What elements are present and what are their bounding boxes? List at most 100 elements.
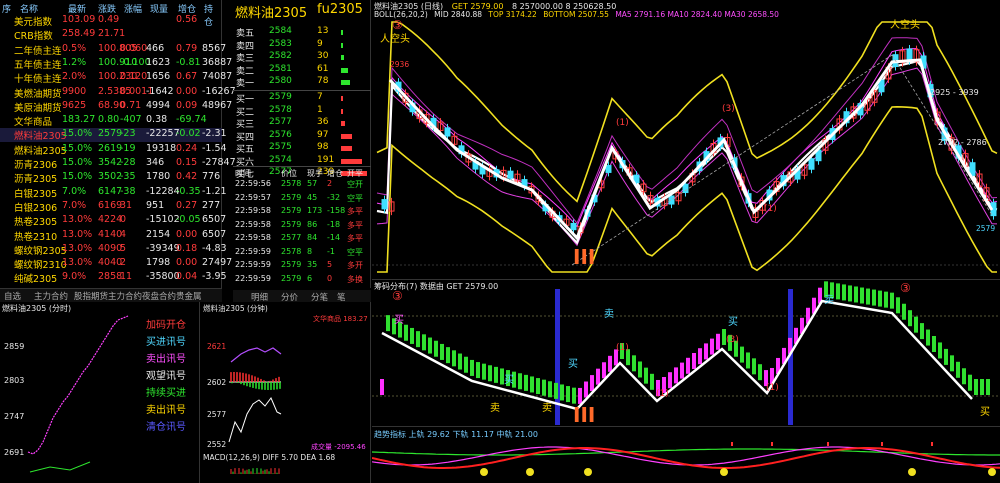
- mini-chart[interactable]: 燃料油2305 (分钟) 文华商品 183.27 2621 2602 2577 …: [201, 302, 371, 483]
- tab-favorites[interactable]: 自选: [4, 290, 21, 302]
- tick-cell-v: 8: [307, 246, 313, 256]
- signal-bar: [446, 347, 450, 364]
- tick-header: 增仓: [327, 169, 343, 178]
- signal-bar: [884, 291, 888, 308]
- level-label: 买五: [236, 145, 255, 155]
- quote-cell-name: 二年债主连: [14, 45, 62, 57]
- quote-cell-chg: 4224: [98, 214, 123, 226]
- tick-cell-p: 2579: [281, 260, 302, 269]
- signal-annotation-circle-3-left: ③: [392, 289, 403, 303]
- quote-cell-inc: 0.42: [176, 171, 198, 183]
- intraday-chart[interactable]: 燃料油2305 (分时) 2859 2803 2747 2691 加码开仓 买进…: [0, 302, 200, 483]
- volume-bar: [341, 30, 343, 35]
- signal-bar: [674, 367, 678, 384]
- quote-cell-oi: 776: [202, 171, 221, 183]
- signal-bar: [872, 289, 876, 306]
- quote-row[interactable]: 白银2306 7.0% 6169 31 951 0.27 277: [0, 200, 222, 214]
- bid-row[interactable]: 买四 2576 97: [233, 129, 371, 143]
- tab-night[interactable]: 夜盘合约: [142, 290, 176, 302]
- quote-row[interactable]: 热卷2305 13.0% 4224 0 -15102 -0.05 6507: [0, 214, 226, 228]
- tab-main-contracts[interactable]: 主力合约: [34, 290, 68, 302]
- tick-cell-v: 35: [307, 260, 318, 269]
- osc-signal-dot: [480, 468, 488, 476]
- quote-row[interactable]: 热卷2310 13.0% 4140 4 2154 0.00 6507: [0, 229, 226, 243]
- volume-bar: [341, 96, 343, 101]
- quote-cell-pct: 5: [120, 242, 127, 254]
- quote-row[interactable]: 燃料油2305 15.0% 2619 -19 19318 0.24 -1.54: [0, 142, 227, 157]
- bid-row[interactable]: 买六 2574 191: [233, 155, 371, 168]
- tick-cell-v: 6: [307, 273, 313, 283]
- level-price: 2577: [269, 117, 292, 127]
- quote-cell-last: 15.0%: [62, 128, 93, 140]
- signal-bar: [914, 316, 918, 333]
- tab-index-futures[interactable]: 股指期货: [74, 290, 108, 302]
- quote-row[interactable]: 沥青2306 15.0% 3542 -28 346 0.15 -27847: [0, 157, 236, 171]
- quote-row[interactable]: 螺纹钢2310 13.0% 4040 2 1798 0.00 27497: [0, 257, 232, 271]
- level-price: 2575: [269, 142, 292, 152]
- signal-bar: [488, 365, 492, 382]
- quote-cell-vol: 1623: [146, 56, 171, 68]
- tick-cell-p: 2579: [281, 192, 302, 202]
- quote-cell-last: 183.27: [62, 114, 96, 126]
- quote-row[interactable]: 十年债主连 2.0% 100.230 0.120 1656 0.67 74087: [0, 71, 232, 85]
- bid-row[interactable]: 买五 2575 98: [233, 142, 371, 155]
- quote-cell-oi: -3.95: [202, 271, 227, 283]
- signal-add-position: 加码开仓: [146, 320, 186, 331]
- quote-cell-inc: -0.05: [176, 214, 201, 226]
- quote-row[interactable]: 五年债主连 1.2% 100.910 -0.100 1623 -0.81 36887: [0, 56, 232, 71]
- quote-cell-name: 热卷2310: [14, 231, 58, 243]
- quote-cell-name: 燃料油2305: [14, 145, 67, 157]
- signal-chart[interactable]: 筹码分布(7) 数据由 GET 2579.00 ③ ③ (1) (3) (1) …: [372, 281, 1000, 427]
- quote-row[interactable]: 沥青2305 15.0% 3502 -35 1780 0.42 776: [0, 171, 222, 185]
- level-volume: 9: [317, 38, 323, 49]
- quote-cell-last: 13.0%: [62, 214, 93, 226]
- level-price: 2576: [269, 129, 292, 140]
- ask-row[interactable]: 卖四 2583 9: [233, 38, 371, 52]
- bid-row[interactable]: 买一 2579 7: [233, 92, 371, 105]
- quote-cell-vol: -1642: [146, 85, 174, 97]
- quote-cell-inc: 0.09: [176, 99, 198, 111]
- bid-row[interactable]: 买二 2578 1: [233, 105, 371, 118]
- signal-bar: [752, 358, 756, 375]
- tick-cell-p: 2579: [281, 206, 302, 215]
- quote-row[interactable]: 美元指数 103.09 0.49 0.56: [0, 14, 222, 28]
- quote-cell-chg: 3502: [98, 171, 123, 183]
- ask-row[interactable]: 卖二 2581 61: [233, 64, 371, 77]
- oscillator-chart[interactable]: 趋势指标 上轨 29.62 下轨 11.17 中轨 21.00: [372, 428, 1000, 483]
- quote-row[interactable]: 螺纹钢2305 13.0% 4090 5 -39349 0.18 -4.83: [0, 242, 227, 257]
- ask-row[interactable]: 卖三 2582 30: [233, 51, 371, 64]
- quote-cell-chg: 3542: [98, 157, 123, 168]
- quote-cell-vol: 1656: [146, 71, 171, 83]
- tab-metals[interactable]: 贵金属: [176, 290, 202, 302]
- quote-cell-last: 15.0%: [62, 142, 93, 154]
- bid-row[interactable]: 买三 2577 36: [233, 117, 371, 130]
- quote-row[interactable]: 美燃油期货 9900 2.5385 0.0011 -1642 0.00 -16267: [0, 85, 236, 100]
- candle-body: [381, 199, 388, 210]
- quote-row[interactable]: 白银2305 7.0% 6147 -38 -12284 -0.35 -1.21: [0, 186, 227, 200]
- quote-cell-oi: 6507: [202, 228, 227, 240]
- quote-row[interactable]: CRB指数 258.49 21.71: [0, 28, 222, 42]
- quote-cell-inc: 0.67: [176, 71, 198, 83]
- quote-cell-pct: 31: [120, 199, 133, 211]
- quote-row[interactable]: 二年债主连 0.5% 100.805 0.060 466 0.79 8567: [0, 43, 226, 57]
- quote-row[interactable]: 燃料油2305 15.0% 2579 -23 -22257 -0.02 -2.31: [0, 128, 227, 142]
- signal-bar: [536, 378, 540, 395]
- ask-row[interactable]: 卖五 2584 13: [233, 26, 371, 39]
- signal-bar: [410, 327, 414, 344]
- signal-bar: [686, 357, 690, 374]
- main-chart[interactable]: 燃料油2305 (日线) GET 2579.00 8 257000.00 8 2…: [372, 0, 1000, 280]
- tab-main-2[interactable]: 主力合约: [108, 290, 142, 302]
- quote-cell-vol: -35800: [146, 271, 180, 283]
- quote-row[interactable]: 纯碱2305 9.0% 2858 11 -35800 0.04 -3.95: [0, 271, 227, 285]
- signal-bar: [842, 284, 846, 301]
- ask-row[interactable]: 卖一 2580 78: [233, 76, 371, 89]
- signal-bar: [428, 337, 432, 354]
- quote-row[interactable]: 美原油期货 9625 68.90 0.71 4994 0.09 48967: [0, 99, 232, 114]
- tick-cell-o: 多开: [347, 261, 363, 270]
- quote-row[interactable]: 文华商品 183.27 0.80 -407 0.38 -69.74: [0, 114, 222, 128]
- signal-clear: 清仓讯号: [146, 422, 186, 433]
- signal-annotation-circle-3-right: ③: [900, 281, 911, 295]
- quote-cell-name: 白银2305: [14, 188, 58, 200]
- mini-purple-line: [230, 347, 282, 363]
- quote-cell-inc: 0.00: [176, 85, 198, 97]
